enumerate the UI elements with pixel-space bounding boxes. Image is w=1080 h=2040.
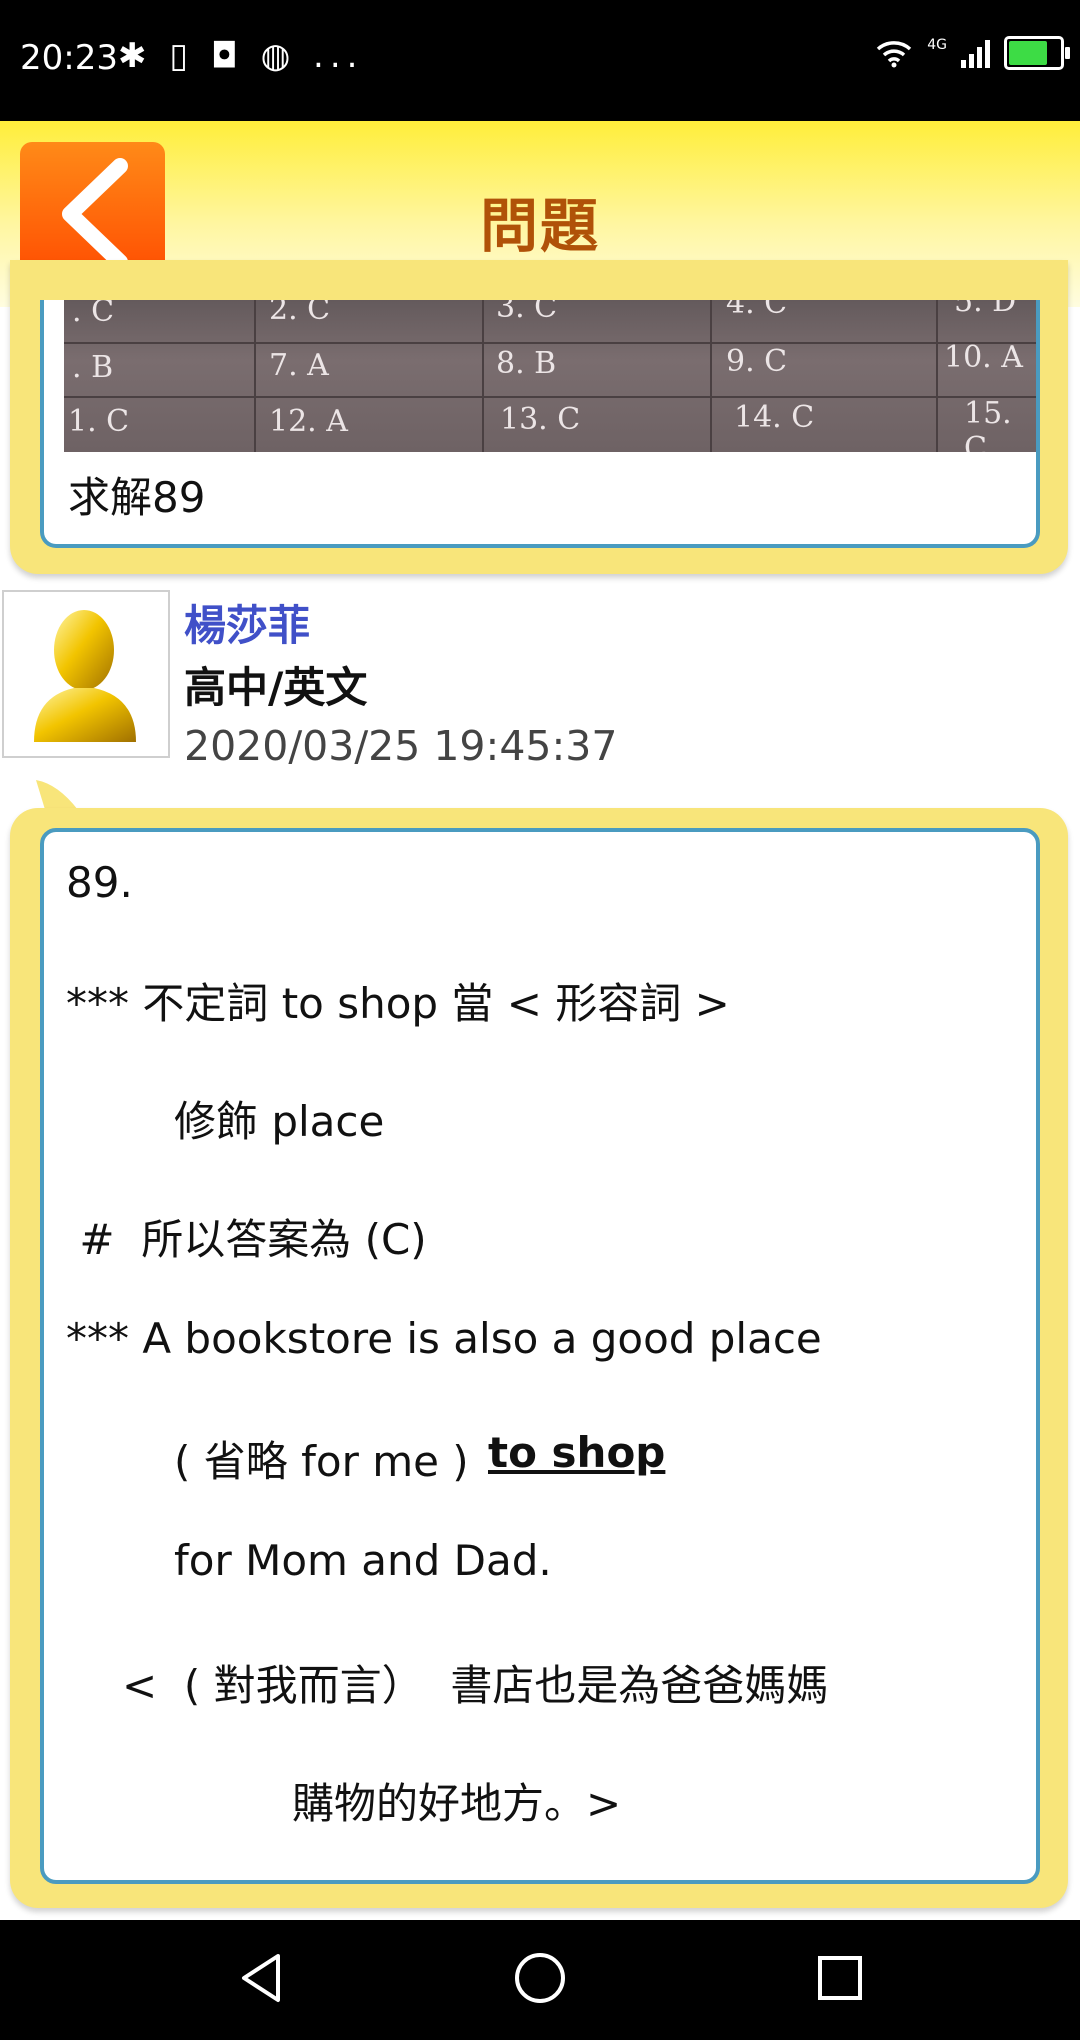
answer-line: # 所以答案為 (C) xyxy=(66,1215,427,1264)
back-triangle-icon[interactable] xyxy=(232,1948,292,2008)
table-cell: 2. C xyxy=(269,300,331,327)
author-subject: 高中/英文 xyxy=(184,663,368,712)
post-timestamp: 2020/03/25 19:45:37 xyxy=(184,722,618,770)
answer-line: 修飾 place xyxy=(174,1097,385,1146)
table-cell: 12. A xyxy=(269,404,348,439)
table-cell: 3. C xyxy=(496,300,558,325)
answer-line: 購物的好地方。> xyxy=(292,1779,622,1828)
table-cell: 13. C xyxy=(500,402,581,437)
user-avatar-icon xyxy=(34,610,136,742)
vibrate-icon: ▯ xyxy=(169,36,195,76)
question-text: 求解89 xyxy=(68,473,206,522)
status-time: 20:23 xyxy=(20,38,118,78)
question-photo: . C 2. C 3. C 4. C 5. D . B 7. A 8. B 9.… xyxy=(64,300,1036,452)
wifi-icon xyxy=(877,41,912,68)
table-cell: . C xyxy=(72,300,115,329)
page-title: 問題 xyxy=(479,192,600,260)
answer-line: for Mom and Dad. xyxy=(174,1536,552,1585)
battery-icon xyxy=(1004,36,1070,70)
signal-icon xyxy=(961,38,990,68)
table-cell: 1. C xyxy=(68,404,130,439)
author-name[interactable]: 楊莎菲 xyxy=(184,592,310,653)
table-cell: 7. A xyxy=(269,348,329,383)
table-cell: 10. A xyxy=(944,340,1023,375)
table-cell: . B xyxy=(72,350,114,385)
instagram-icon: ◘ xyxy=(210,36,244,76)
system-icons: 4G xyxy=(875,36,1070,70)
chrome-icon: ◍ xyxy=(260,36,297,76)
navigation-bar xyxy=(0,1920,1080,2040)
question-card: . C 2. C 3. C 4. C 5. D . B 7. A 8. B 9.… xyxy=(40,300,1040,548)
answer-line: < ( 對我而言） 書店也是為爸爸媽媽 xyxy=(122,1661,829,1710)
answer-line: ( 省略 for me ) xyxy=(174,1437,469,1486)
more-icon: ... xyxy=(313,36,364,76)
status-bar: 20:23 ✱ ▯ ◘ ◍ ... 4G xyxy=(0,0,1080,121)
network-type: 4G xyxy=(927,37,947,53)
answer-line: 89. xyxy=(66,858,133,907)
table-cell: 8. B xyxy=(496,346,557,381)
answer-emphasis: to shop xyxy=(488,1428,666,1477)
table-cell: 5. D xyxy=(954,300,1017,319)
bluetooth-icon: ✱ xyxy=(118,36,153,76)
table-cell: 14. C xyxy=(734,400,815,435)
table-cell: 15. C xyxy=(964,396,1012,452)
table-cell: 4. C xyxy=(726,300,788,321)
answer-card: 89. *** 不定詞 to shop 當 < 形容詞 > 修飾 place #… xyxy=(40,828,1040,1884)
table-cell: 9. C xyxy=(726,344,788,379)
avatar[interactable] xyxy=(2,590,170,758)
notification-icons: ✱ ▯ ◘ ◍ ... xyxy=(118,36,363,76)
battery-level xyxy=(1009,41,1047,65)
recents-square-icon[interactable] xyxy=(810,1948,870,2008)
home-circle-icon[interactable] xyxy=(510,1948,570,2008)
answer-line: *** 不定詞 to shop 當 < 形容詞 > xyxy=(66,979,730,1028)
answer-line: *** A bookstore is also a good place xyxy=(66,1314,822,1363)
